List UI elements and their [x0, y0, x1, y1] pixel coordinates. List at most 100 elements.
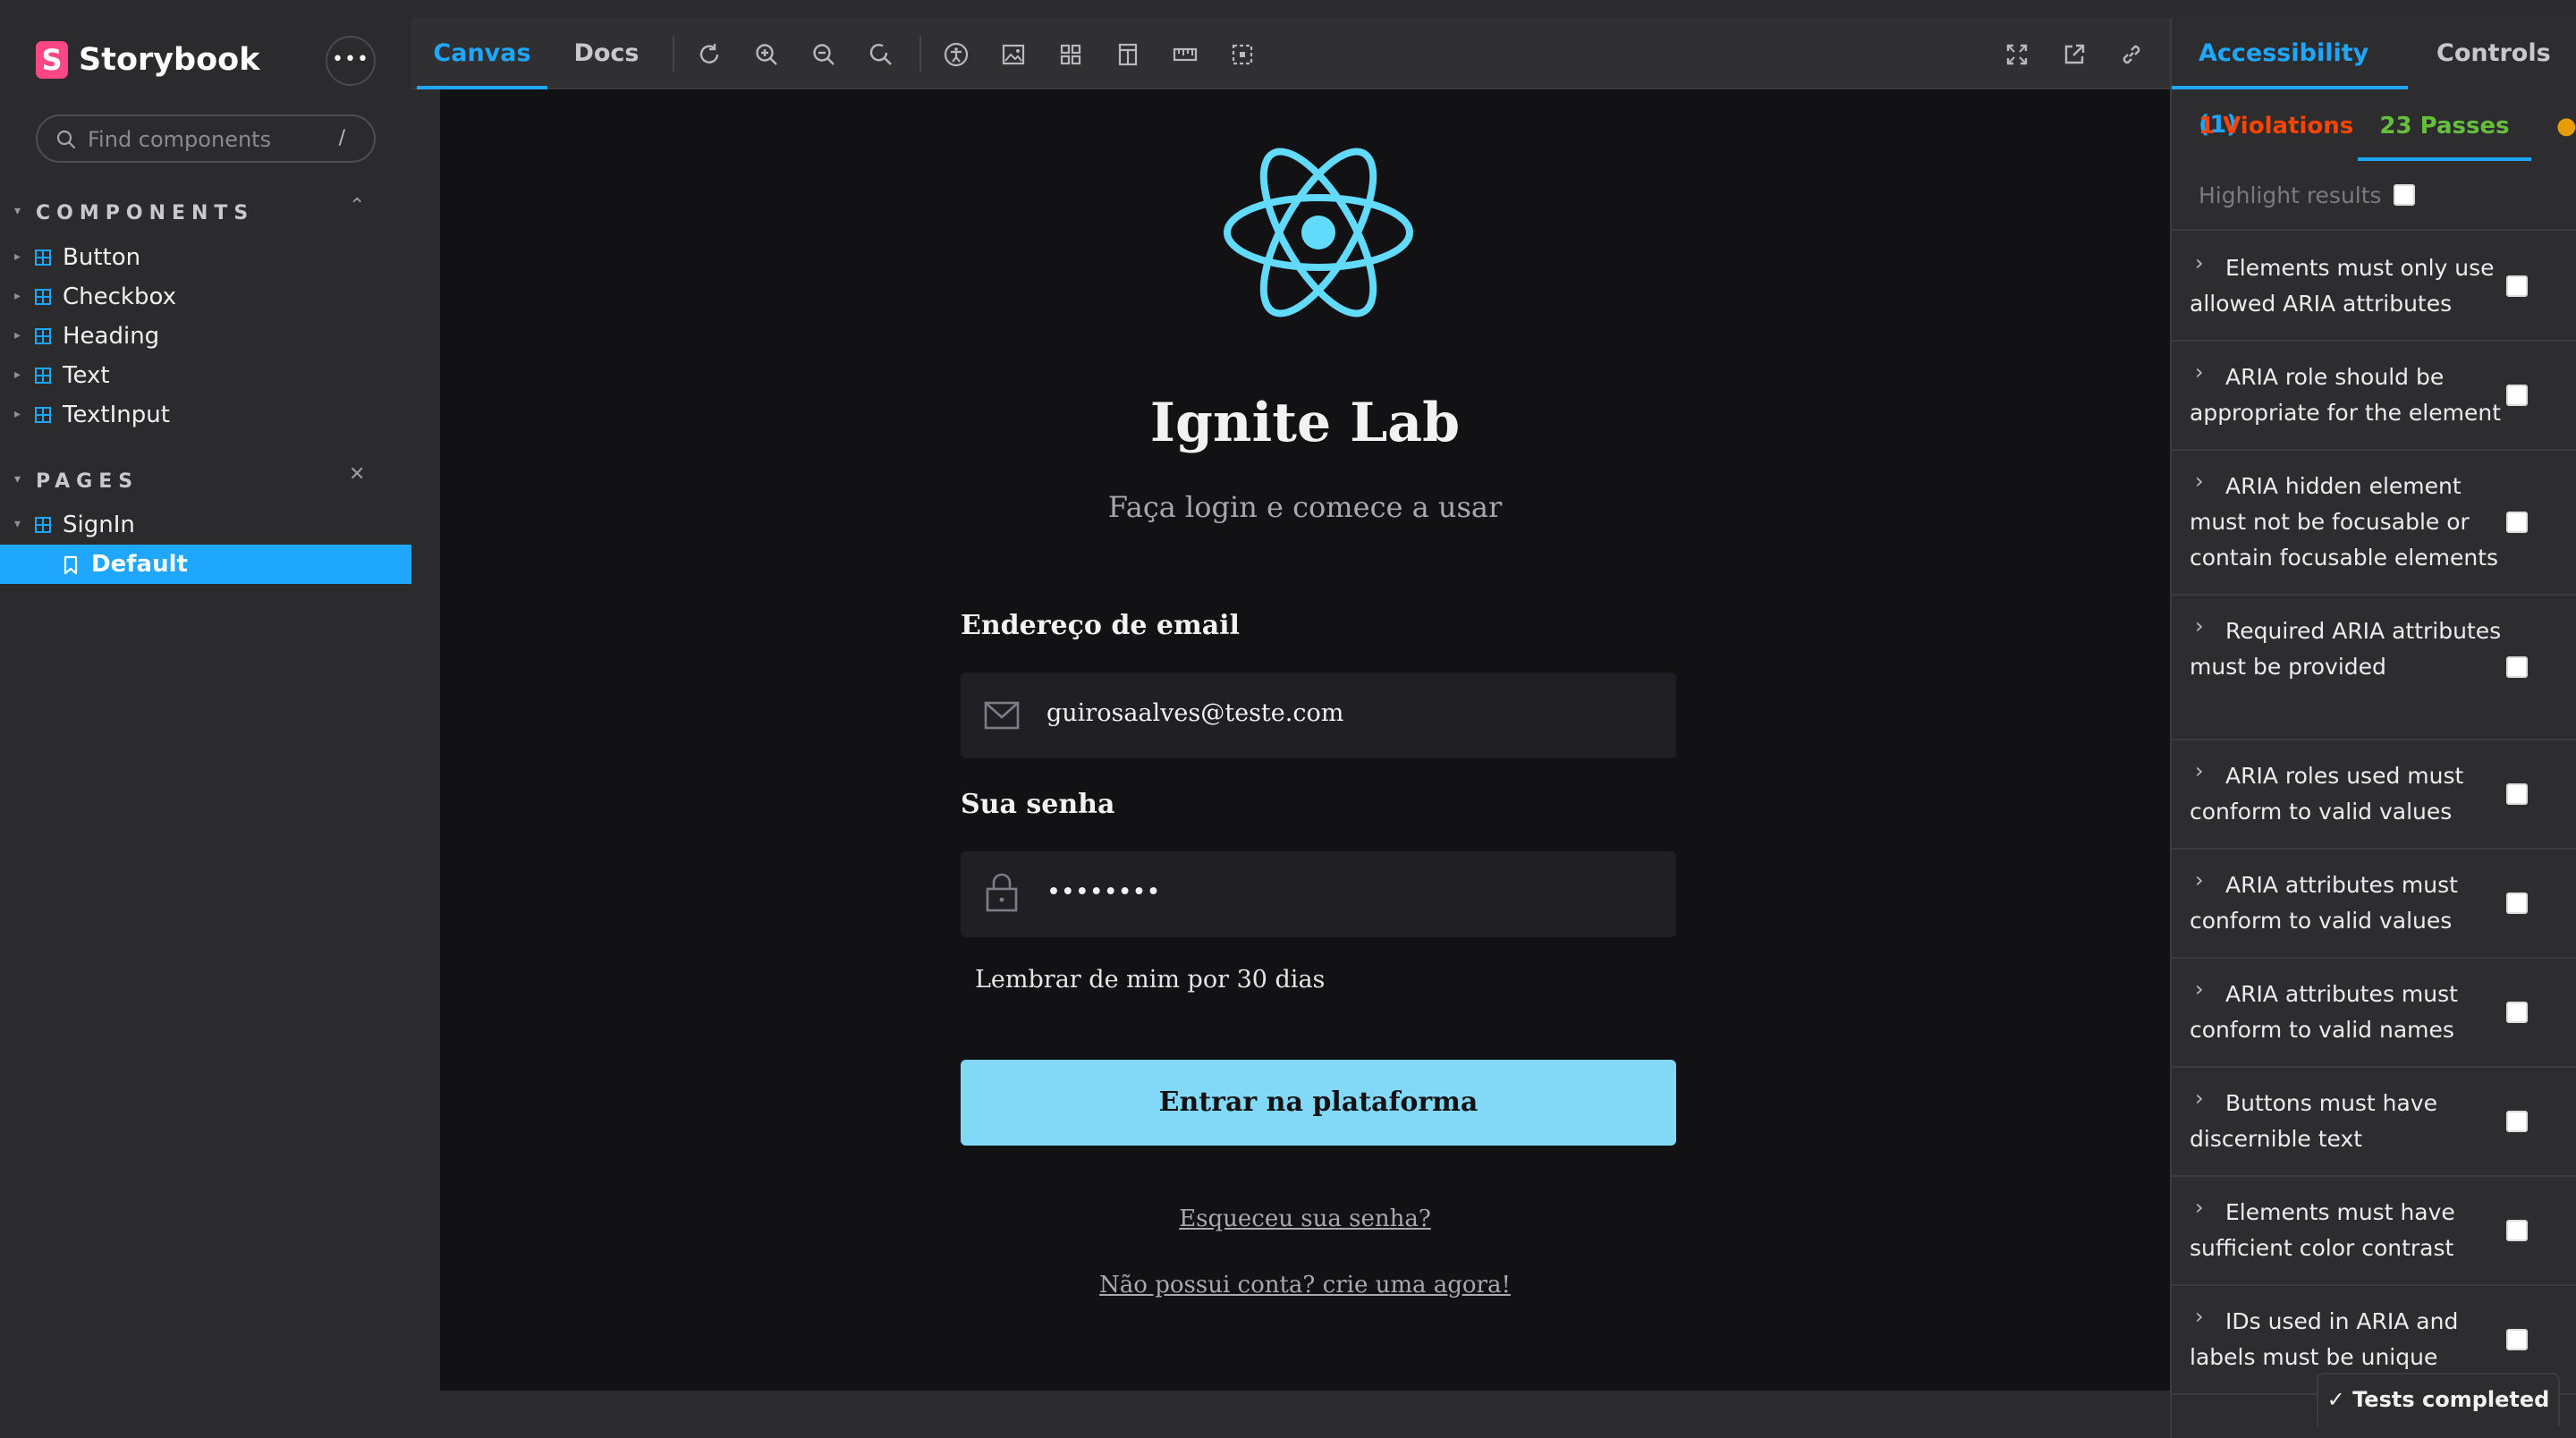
- open-new-tab-icon[interactable]: [2061, 41, 2088, 68]
- canvas-preview: Ignite Lab Faça login e comece a usar En…: [440, 89, 2170, 1391]
- toolbar-divider: [919, 36, 921, 72]
- component-icon: [35, 289, 51, 305]
- highlight-results-row: Highlight results: [2172, 161, 2576, 231]
- tab-canvas[interactable]: Canvas: [417, 18, 547, 89]
- rule-item[interactable]: › ARIA attributes must conform to valid …: [2172, 850, 2576, 959]
- rule-item[interactable]: › ARIA roles used must conform to valid …: [2172, 740, 2576, 850]
- rule-checkbox[interactable]: [2506, 1111, 2528, 1132]
- sidebar-item-button[interactable]: ▸ Button: [0, 238, 411, 277]
- rule-checkbox[interactable]: [2506, 275, 2528, 297]
- password-value: ••••••••: [1046, 878, 1161, 906]
- page-title: Ignite Lab: [1149, 392, 1461, 454]
- checkmark-icon: ✓: [2326, 1387, 2353, 1412]
- login-button[interactable]: Entrar na plataforma: [961, 1060, 1676, 1146]
- search-placeholder: Find components: [88, 127, 272, 152]
- sidebar-item-text[interactable]: ▸ Text: [0, 356, 411, 395]
- component-icon: [35, 328, 51, 344]
- rule-checkbox[interactable]: [2506, 1002, 2528, 1023]
- pages-section-label[interactable]: PAGES: [36, 470, 139, 493]
- accessibility-icon[interactable]: [943, 41, 970, 68]
- component-icon: [35, 407, 51, 423]
- sidebar-item-label: TextInput: [63, 402, 170, 428]
- sidebar-item-label: Default: [91, 551, 188, 578]
- email-field[interactable]: guirosaalves@teste.com: [961, 672, 1676, 758]
- bookmark-icon: [64, 555, 78, 575]
- storybook-logo-icon: S: [36, 41, 68, 79]
- tests-completed-badge: ✓ Tests completed: [2317, 1373, 2560, 1426]
- violations-tab[interactable]: 1 Violations: [2199, 91, 2353, 161]
- tab-docs[interactable]: Docs: [555, 18, 658, 89]
- outline-icon[interactable]: [1229, 41, 1256, 68]
- tab-accessibility[interactable]: Accessibility (1): [2172, 18, 2408, 139]
- copy-link-icon[interactable]: [2118, 41, 2145, 68]
- components-caret-icon[interactable]: ▾: [14, 204, 21, 218]
- envelope-icon: [984, 701, 1020, 730]
- expand-collapse-icon[interactable]: ⌃: [349, 195, 365, 217]
- rule-text: Elements must only use allowed ARIA attr…: [2190, 255, 2495, 317]
- grid-icon[interactable]: [1057, 41, 1084, 68]
- component-icon: [35, 368, 51, 384]
- components-section-label[interactable]: COMPONENTS: [36, 202, 254, 224]
- rule-item[interactable]: › ARIA attributes must conform to valid …: [2172, 959, 2576, 1068]
- rule-checkbox[interactable]: [2506, 1220, 2528, 1241]
- rule-item[interactable]: › Elements must have sufficient color co…: [2172, 1177, 2576, 1286]
- passes-tab[interactable]: 23 Passes: [2358, 91, 2531, 161]
- sidebar-item-signin[interactable]: ▾ SignIn: [0, 505, 411, 545]
- sidebar-item-textinput[interactable]: ▸ TextInput: [0, 395, 411, 435]
- collapse-all-icon[interactable]: ✕: [349, 463, 365, 486]
- component-icon: [35, 250, 51, 266]
- rule-text: ARIA attributes must conform to valid na…: [2190, 981, 2458, 1043]
- search-icon: [56, 130, 76, 149]
- tests-completed-label: Tests completed: [2352, 1387, 2550, 1412]
- sidebar-item-label: Button: [63, 244, 141, 271]
- reload-icon[interactable]: [696, 41, 723, 68]
- rule-text: ARIA hidden element must not be focusabl…: [2190, 473, 2499, 571]
- caret-down-icon: ▾: [14, 517, 21, 531]
- tab-controls[interactable]: Controls: [2436, 18, 2571, 89]
- brand-name: Storybook: [79, 42, 260, 78]
- rule-checkbox[interactable]: [2506, 892, 2528, 914]
- sidebar-story-default[interactable]: Default: [0, 545, 411, 584]
- remember-me-label[interactable]: Lembrar de mim por 30 dias: [975, 966, 1325, 994]
- sidebar: S Storybook ••• Find components / ▾ COMP…: [0, 0, 411, 1438]
- pages-caret-icon[interactable]: ▾: [14, 472, 21, 486]
- sidebar-menu-button[interactable]: •••: [326, 36, 376, 86]
- highlight-results-checkbox[interactable]: [2394, 184, 2415, 206]
- viewport-icon[interactable]: [1114, 41, 1141, 68]
- rule-item[interactable]: › Required ARIA attributes must be provi…: [2172, 596, 2576, 740]
- highlight-results-label: Highlight results: [2199, 182, 2382, 208]
- addons-panel: Accessibility (1) Controls 1 Violations …: [2170, 18, 2576, 1438]
- rule-item[interactable]: › ARIA role should be appropriate for th…: [2172, 342, 2576, 451]
- email-value: guirosaalves@teste.com: [1046, 699, 1344, 727]
- rule-text: Elements must have sufficient color cont…: [2190, 1199, 2455, 1261]
- fullscreen-icon[interactable]: [2004, 41, 2030, 68]
- password-field[interactable]: ••••••••: [961, 851, 1676, 937]
- rule-checkbox[interactable]: [2506, 656, 2528, 678]
- zoom-reset-icon[interactable]: [868, 41, 894, 68]
- rule-checkbox[interactable]: [2506, 385, 2528, 406]
- zoom-in-icon[interactable]: [753, 41, 780, 68]
- rule-item[interactable]: › Buttons must have discernible text: [2172, 1068, 2576, 1177]
- page-subtitle: Faça login e comece a usar: [1107, 490, 1503, 524]
- rule-text: Required ARIA attributes must be provide…: [2190, 618, 2502, 680]
- password-label: Sua senha: [961, 789, 1115, 820]
- sidebar-item-checkbox[interactable]: ▸ Checkbox: [0, 277, 411, 317]
- sidebar-item-heading[interactable]: ▸ Heading: [0, 317, 411, 356]
- rule-checkbox[interactable]: [2506, 512, 2528, 533]
- search-input[interactable]: Find components /: [36, 114, 376, 163]
- sidebar-item-label: Heading: [63, 323, 160, 350]
- component-icon: [35, 517, 51, 533]
- zoom-out-icon[interactable]: [810, 41, 837, 68]
- react-logo-icon: [1224, 148, 1413, 317]
- forgot-password-link[interactable]: Esqueceu sua senha?: [440, 1205, 2170, 1232]
- signup-link[interactable]: Não possui conta? crie uma agora!: [440, 1272, 2170, 1298]
- rule-item[interactable]: › Elements must only use allowed ARIA at…: [2172, 233, 2576, 342]
- measure-icon[interactable]: [1172, 41, 1199, 68]
- rule-text: Buttons must have discernible text: [2190, 1090, 2438, 1152]
- incomplete-tab[interactable]: ●: [2556, 91, 2576, 161]
- rule-item[interactable]: › ARIA hidden element must not be focusa…: [2172, 451, 2576, 596]
- search-shortcut: /: [338, 127, 345, 149]
- rule-checkbox[interactable]: [2506, 783, 2528, 805]
- background-icon[interactable]: [1000, 41, 1027, 68]
- rule-checkbox[interactable]: [2506, 1329, 2528, 1350]
